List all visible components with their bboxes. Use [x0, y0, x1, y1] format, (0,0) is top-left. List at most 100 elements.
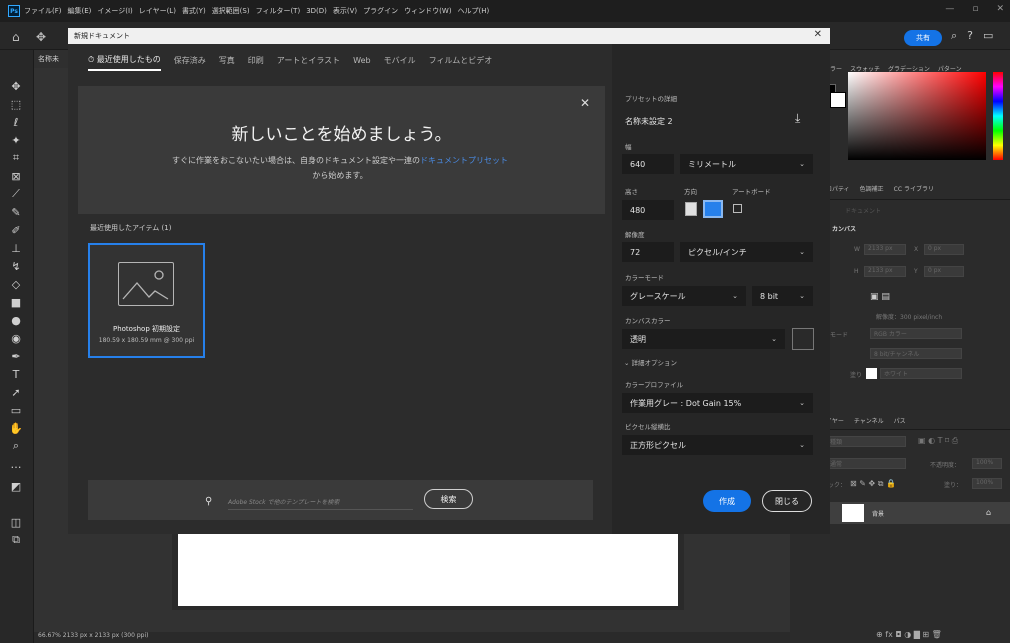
- eraser-icon[interactable]: ◇: [8, 276, 24, 292]
- magic-wand-icon[interactable]: ✦: [8, 132, 24, 148]
- quick-mask-icon[interactable]: ◫: [8, 514, 24, 530]
- menu-plugins[interactable]: プラグイン: [363, 6, 398, 16]
- background-color-swatch[interactable]: [830, 92, 846, 108]
- landscape-orientation-icon[interactable]: [703, 200, 723, 218]
- tab-photo[interactable]: 写真: [219, 55, 235, 70]
- height-field[interactable]: 2133 px: [864, 266, 906, 277]
- brush-icon[interactable]: ✐: [8, 222, 24, 238]
- tab-paths[interactable]: パス: [894, 416, 906, 425]
- advanced-options-toggle[interactable]: ⌄ 詳細オプション: [624, 357, 677, 367]
- restore-icon[interactable]: ▫: [972, 4, 978, 14]
- menu-image[interactable]: イメージ(I): [97, 6, 132, 16]
- tab-color[interactable]: ラー: [830, 64, 842, 73]
- lasso-icon[interactable]: ℓ: [8, 114, 24, 130]
- type-icon[interactable]: T: [8, 366, 24, 382]
- preset-name-field[interactable]: 名称未設定 2: [625, 116, 673, 127]
- menu-layer[interactable]: レイヤー(L): [139, 6, 176, 16]
- width-input[interactable]: 640: [622, 154, 674, 174]
- layer-footer-icons[interactable]: ⊕ fx ◘ ◑ ▇ ⊞ 🗑: [876, 630, 942, 639]
- tab-film-video[interactable]: フィルムとビデオ: [429, 55, 493, 70]
- tab-web[interactable]: Web: [353, 56, 370, 69]
- zoom-icon[interactable]: ⌕: [8, 438, 24, 454]
- blend-mode-select[interactable]: 通常: [826, 458, 906, 469]
- tab-recent[interactable]: ⏱ 最近使用したもの: [88, 54, 161, 71]
- fill-select[interactable]: ホワイト: [880, 368, 962, 379]
- dialog-close-icon[interactable]: ✕: [814, 29, 822, 40]
- resolution-input[interactable]: 72: [622, 242, 674, 262]
- move-tool-icon[interactable]: ✥: [36, 30, 46, 44]
- tab-channels[interactable]: チャンネル: [854, 416, 884, 425]
- stock-search-input[interactable]: Adobe Stock で他のテンプレートを検索: [228, 494, 413, 510]
- eyedropper-icon[interactable]: ⟋: [8, 186, 24, 202]
- document-canvas[interactable]: [178, 528, 678, 606]
- bit-depth-select[interactable]: 8 bit ⌄: [752, 286, 813, 306]
- artboard-checkbox[interactable]: [733, 204, 742, 213]
- orientation-icons[interactable]: ▣ ▤: [870, 292, 890, 302]
- canvas-color-swatch[interactable]: [792, 328, 814, 350]
- move-icon[interactable]: ✥: [8, 78, 24, 94]
- tab-mobile[interactable]: モバイル: [384, 55, 416, 70]
- menu-select[interactable]: 選択範囲(S): [212, 6, 250, 16]
- search-icon[interactable]: ⌕: [951, 29, 957, 43]
- color-mode-select[interactable]: グレースケール ⌄: [622, 286, 746, 306]
- banner-close-icon[interactable]: ✕: [580, 96, 590, 110]
- portrait-orientation-icon[interactable]: [685, 202, 697, 216]
- layer-filter-icons[interactable]: ▣ ◐ T ⌑ ⎙: [918, 436, 958, 446]
- close-button[interactable]: 閉じる: [762, 490, 812, 512]
- opacity-field[interactable]: 100%: [972, 458, 1002, 469]
- pen-icon[interactable]: ✒: [8, 348, 24, 364]
- share-button[interactable]: 共有: [904, 30, 942, 46]
- home-icon[interactable]: ⌂: [12, 30, 20, 44]
- healing-icon[interactable]: ✎: [8, 204, 24, 220]
- menu-view[interactable]: 表示(V): [333, 6, 357, 16]
- lock-icons[interactable]: ⊠ ✎ ✥ ⧉ 🔒: [850, 479, 896, 489]
- fill-color-swatch[interactable]: [866, 368, 877, 379]
- color-profile-select[interactable]: 作業用グレー : Dot Gain 15% ⌄: [622, 393, 813, 413]
- frame-icon[interactable]: ⊠: [8, 168, 24, 184]
- menu-edit[interactable]: 編集(E): [68, 6, 92, 16]
- fill2-field[interactable]: 100%: [972, 478, 1002, 489]
- tab-saved[interactable]: 保存済み: [174, 55, 206, 70]
- color-swatches-icon[interactable]: ◩: [8, 478, 24, 494]
- menu-3d[interactable]: 3D(D): [306, 7, 327, 15]
- width-field[interactable]: 2133 px: [864, 244, 906, 255]
- height-input[interactable]: 480: [622, 200, 674, 220]
- blur-icon[interactable]: ●: [8, 312, 24, 328]
- unit-select[interactable]: ミリメートル ⌄: [680, 154, 813, 174]
- stamp-icon[interactable]: ⊥: [8, 240, 24, 256]
- menu-type[interactable]: 書式(Y): [182, 6, 206, 16]
- stock-search-button[interactable]: 検索: [424, 489, 473, 509]
- menu-file[interactable]: ファイル(F): [24, 6, 62, 16]
- marquee-icon[interactable]: ⬚: [8, 96, 24, 112]
- resolution-unit-select[interactable]: ピクセル/インチ ⌄: [680, 242, 813, 262]
- hue-slider[interactable]: [993, 72, 1003, 160]
- help-icon[interactable]: ?: [967, 29, 973, 43]
- menu-filter[interactable]: フィルター(T): [256, 6, 301, 16]
- hand-icon[interactable]: ✋: [8, 420, 24, 436]
- history-brush-icon[interactable]: ↯: [8, 258, 24, 274]
- y-field[interactable]: 0 px: [924, 266, 964, 277]
- workspace-icon[interactable]: ▭: [983, 29, 993, 43]
- window-close-icon[interactable]: ✕: [996, 4, 1004, 14]
- mode-select[interactable]: RGB カラー: [870, 328, 962, 339]
- tab-libraries[interactable]: CC ライブラリ: [894, 184, 934, 193]
- screen-mode-icon[interactable]: ⧉: [8, 532, 24, 548]
- minimize-icon[interactable]: —: [945, 4, 954, 14]
- more-tools-icon[interactable]: …: [8, 456, 24, 472]
- gradient-icon[interactable]: ■: [8, 294, 24, 310]
- canvas-color-select[interactable]: 透明 ⌄: [622, 329, 785, 349]
- tab-adjustments[interactable]: 色調補正: [860, 184, 884, 193]
- color-picker-field[interactable]: [848, 72, 986, 160]
- layer-kind-filter[interactable]: 種類: [826, 436, 906, 447]
- path-selection-icon[interactable]: ➚: [8, 384, 24, 400]
- bit-depth-select[interactable]: 8 bit/チャンネル: [870, 348, 962, 359]
- menu-help[interactable]: ヘルプ(H): [458, 6, 490, 16]
- create-button[interactable]: 作成: [703, 490, 751, 512]
- tab-print[interactable]: 印刷: [248, 55, 264, 70]
- menu-window[interactable]: ウィンドウ(W): [404, 6, 451, 16]
- crop-icon[interactable]: ⌗: [8, 150, 24, 166]
- tab-art-illustration[interactable]: アートとイラスト: [277, 55, 340, 70]
- document-presets-link[interactable]: ドキュメントプリセット: [420, 156, 508, 165]
- pixel-aspect-select[interactable]: 正方形ピクセル ⌄: [622, 435, 813, 455]
- rectangle-icon[interactable]: ▭: [8, 402, 24, 418]
